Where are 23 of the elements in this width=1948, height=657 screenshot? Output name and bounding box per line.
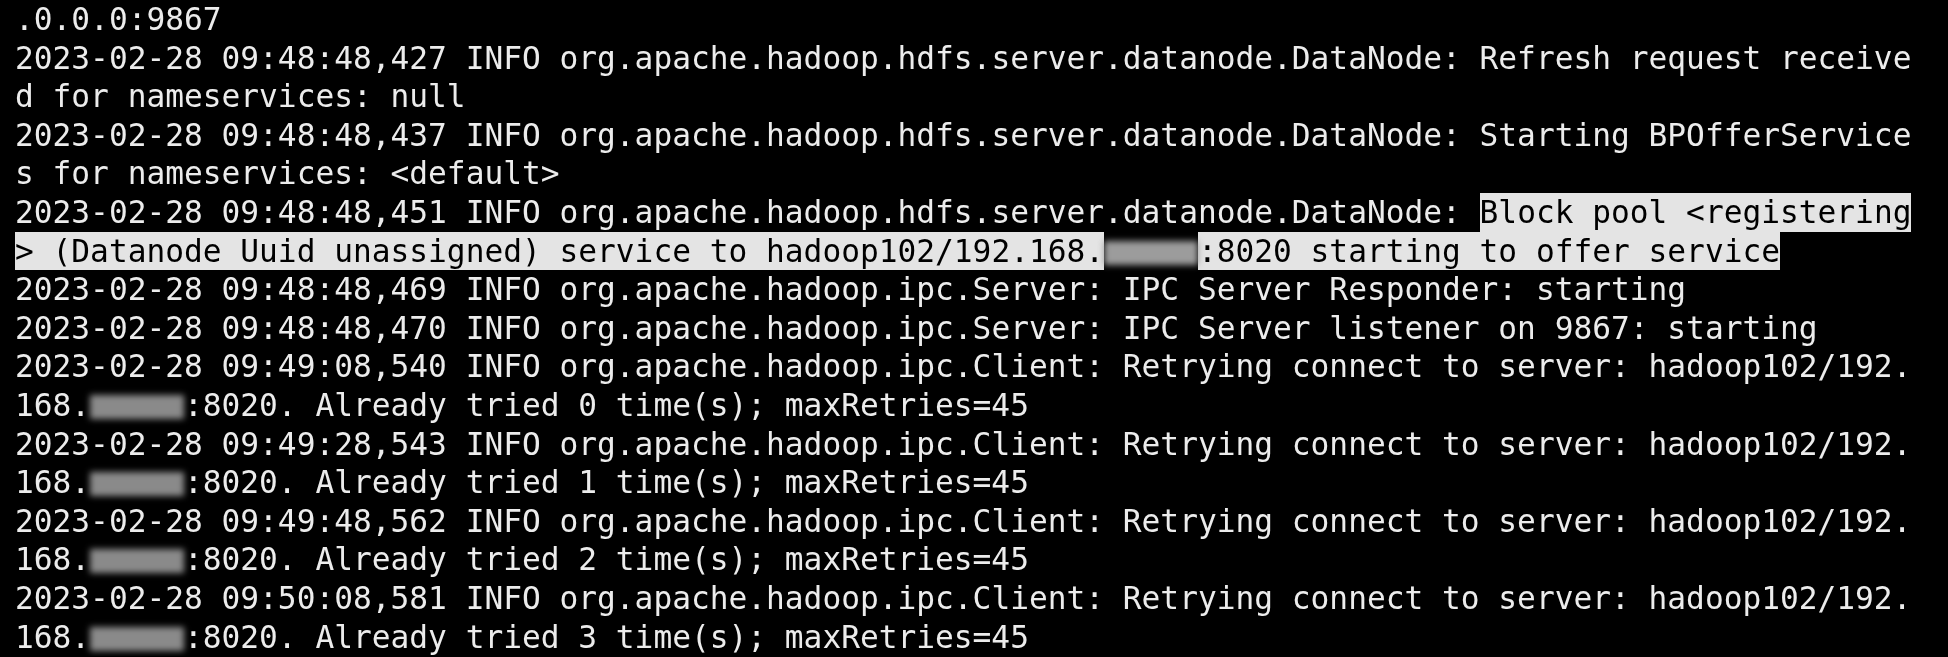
log-text: s for nameservices: <default> bbox=[15, 154, 560, 193]
log-text: 2023-02-28 09:49:28,543 INFO org.apache.hadoop.ipc.Client: Retrying connect to server: hadoop102/192. bbox=[15, 424, 1912, 464]
log-text: .0.0.0:9867 bbox=[15, 0, 222, 39]
log-text: 168. bbox=[15, 385, 91, 425]
log-text: 2023-02-28 09:49:48,562 INFO org.apache.hadoop.ipc.Client: Retrying connect to server: hadoop102/192. bbox=[15, 501, 1912, 541]
log-text: 2023-02-28 09:48:48,437 INFO org.apache.hadoop.hdfs.server.datanode.DataNode: Starting BPOfferService bbox=[15, 115, 1912, 155]
log-text: 168. bbox=[15, 617, 91, 657]
log-text: 2023-02-28 09:48:48,469 INFO org.apache.hadoop.ipc.Server: IPC Server Responder: starting bbox=[15, 270, 1687, 309]
log-text: :8020. Already tried 3 time(s); maxRetries=45 bbox=[184, 617, 1029, 657]
selected-text: > (Datanode Uuid unassigned) service to hadoop102/192.168. bbox=[15, 231, 1105, 271]
log-text: :8020. Already tried 0 time(s); maxRetries=45 bbox=[184, 385, 1029, 425]
log-text: 2023-02-28 09:48:48,470 INFO org.apache.hadoop.ipc.Server: IPC Server listener on 9867: starting bbox=[15, 308, 1818, 348]
log-text: d for nameservices: null bbox=[15, 77, 466, 116]
log-text: 2023-02-28 09:50:08,581 INFO org.apache.hadoop.ipc.Client: Retrying connect to server: hadoop102/192. bbox=[15, 578, 1912, 618]
log-text: :8020. Already tried 2 time(s); maxRetries=45 bbox=[184, 540, 1029, 579]
selected-text: :8020 starting to offer service bbox=[1197, 231, 1780, 271]
log-text: 2023-02-28 09:49:08,540 INFO org.apache.hadoop.ipc.Client: Retrying connect to server: hadoop102/192. bbox=[15, 347, 1912, 386]
log-text: 2023-02-28 09:48:48,451 INFO org.apache.hadoop.hdfs.server.datanode.DataNode: bbox=[15, 192, 1462, 232]
log-text: 168. bbox=[15, 463, 91, 502]
log-text: 168. bbox=[15, 540, 91, 579]
log-text: 2023-02-28 09:48:48,427 INFO org.apache.hadoop.hdfs.server.datanode.DataNode: Refresh request receive bbox=[15, 38, 1912, 78]
selected-text: Block pool <registering bbox=[1479, 192, 1912, 232]
log-text: :8020. Already tried 1 time(s); maxRetries=45 bbox=[184, 463, 1029, 502]
